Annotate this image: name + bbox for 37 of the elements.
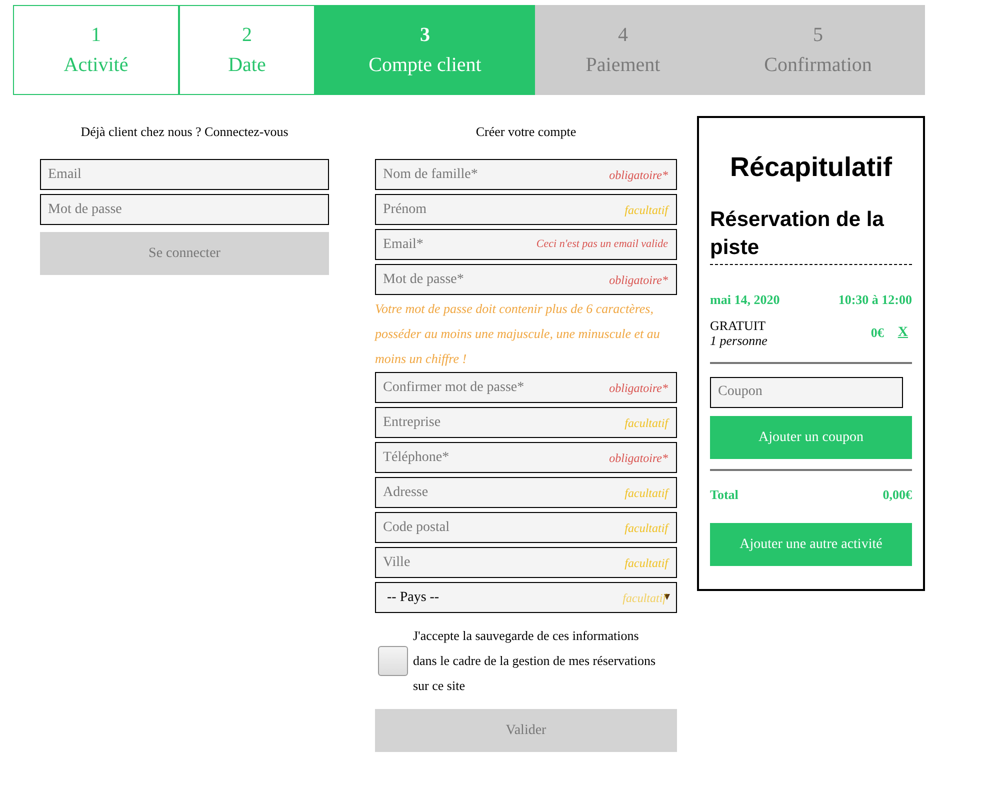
step-tab[interactable]: 3 Compte client [315, 5, 535, 95]
email-field[interactable]: Email [40, 159, 329, 190]
field-hint: facultatif [624, 202, 668, 218]
total-amount: 0,00€ [882, 486, 912, 504]
booking-date: mai 14, 2020 [710, 291, 780, 309]
password-field[interactable]: Mot de passe [40, 194, 329, 225]
field-hint: Ceci n'est pas un email valide [536, 237, 668, 252]
total-label: Total [710, 486, 738, 504]
field-hint: facultatif [624, 520, 668, 536]
coupon-button[interactable]: Ajouter un coupon [710, 416, 912, 458]
select-value: -- Pays -- [387, 589, 440, 607]
section-heading: Déjà client chez nous ? Connectez-vous [80, 125, 290, 138]
field-hint: obligatoire* [609, 380, 668, 396]
step-tab[interactable]: 5 Confirmation [711, 5, 925, 95]
step-tab[interactable]: 4 Paiement [535, 5, 711, 95]
field-hint: obligatoire* [609, 166, 668, 184]
coupon-field[interactable]: Coupon [710, 376, 903, 408]
field-hint: facultatif [624, 484, 668, 502]
activity-title: Réservation de la piste [710, 206, 912, 265]
field-hint: obligatoire* [609, 450, 668, 466]
add-activity-button[interactable]: Ajouter une autre activité [710, 523, 912, 566]
field-hint: obligatoire* [609, 272, 668, 288]
booking-time: 10:30 à 12:00 [838, 291, 912, 309]
price: 0€ [870, 324, 884, 342]
rate-label: GRATUIT [710, 318, 767, 332]
password-hint: Votre mot de passe doit contenir plus de 6 caractères, posséder au moins une majuscule, une minuscule et au moins un chiffre ! [375, 300, 661, 368]
field-hint: facultatif [622, 590, 666, 606]
consent-label: J'accepte la sauvegarde de ces informations dans le cadre de la gestion de mes réservations sur ce site [413, 627, 657, 695]
consent-checkbox[interactable] [378, 646, 408, 676]
summary-title: Récapitulatif [728, 154, 894, 181]
section-heading: Créer votre compte [474, 125, 578, 138]
field-hint: facultatif [624, 414, 668, 432]
field-hint: facultatif [624, 554, 668, 572]
remove-link[interactable]: X [898, 322, 908, 343]
step-tab[interactable]: 1 Activité [13, 5, 179, 95]
people-count: 1 personne [710, 332, 768, 348]
step-tab[interactable]: 2 Date [179, 5, 315, 95]
